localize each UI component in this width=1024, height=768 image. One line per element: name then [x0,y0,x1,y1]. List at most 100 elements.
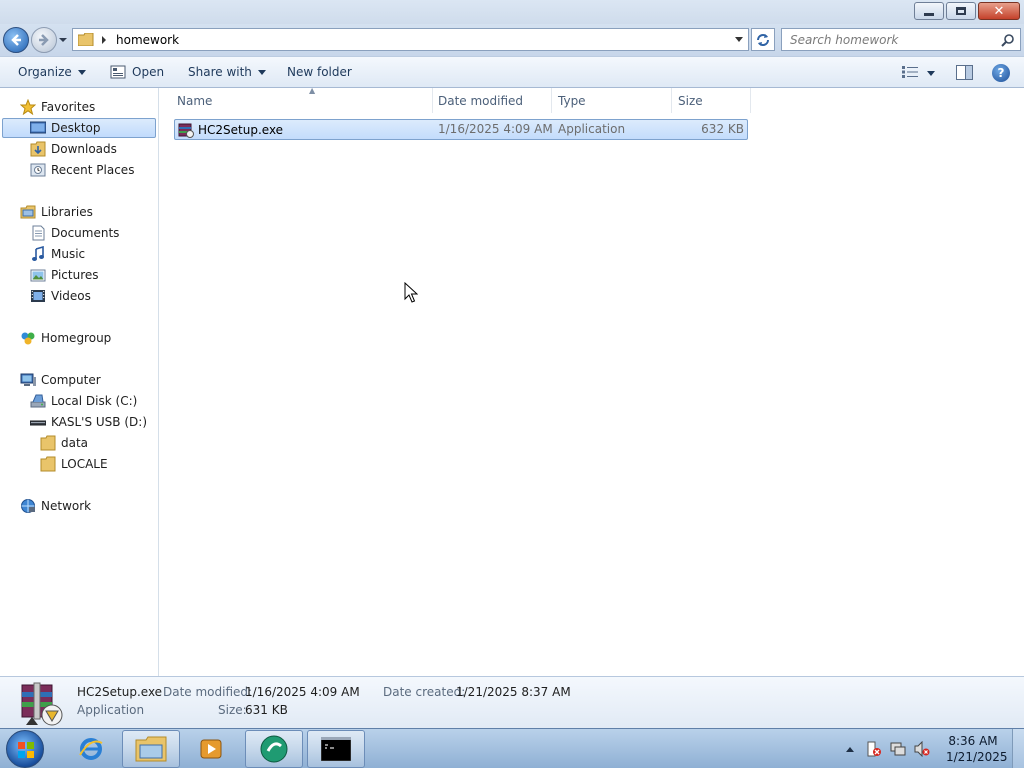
window-title-bar: ✕ [0,0,1024,24]
nav-desktop[interactable]: Desktop [2,118,156,138]
nav-recent-places-label: Recent Places [51,163,135,177]
mouse-pointer-icon [404,282,418,303]
details-file-name: HC2Setup.exe [77,685,163,699]
forward-button[interactable] [31,27,57,53]
open-button[interactable]: Open [110,65,164,79]
taskbar-media-player[interactable] [182,730,240,768]
preview-pane-icon[interactable] [956,65,973,80]
nav-recent-places[interactable]: Recent Places [30,160,134,180]
nav-pictures-label: Pictures [51,268,99,282]
refresh-button[interactable] [751,28,775,51]
address-bar[interactable]: homework [72,28,749,51]
file-list: Name ▲ Date modified Type Size HC2Setup.… [160,86,1024,676]
nav-usb-drive-label: KASL'S USB (D:) [51,415,147,429]
share-with-button[interactable]: Share with [188,65,266,79]
taskbar-clock[interactable]: 8:36 AM 1/21/2025 [946,733,1008,765]
help-icon[interactable]: ? [992,64,1010,82]
back-button[interactable] [3,27,29,53]
minimize-button[interactable] [914,2,944,20]
details-date-modified[interactable]: 1/16/2025 4:09 AM [245,685,360,699]
file-explorer-icon [135,736,167,762]
breadcrumb-homework[interactable]: homework [116,33,179,47]
view-options-chevron-icon[interactable] [927,71,935,76]
nav-music[interactable]: Music [30,244,85,264]
sort-ascending-icon: ▲ [309,86,316,95]
taskbar-green-app[interactable] [245,730,303,768]
details-date-modified-label: Date modified: [163,685,253,699]
column-name-label: Name [177,93,213,108]
nav-documents-label: Documents [51,226,120,240]
navigation-pane: Favorites Desktop Downloads Recent Place… [0,88,159,676]
taskbar-internet-explorer[interactable] [62,730,120,768]
show-desktop-button[interactable] [1012,729,1024,768]
start-button[interactable] [6,730,44,768]
star-icon [20,99,36,115]
nav-libraries[interactable]: Libraries [20,202,93,222]
breadcrumb-arrow-icon[interactable] [102,35,106,44]
details-date-created[interactable]: 1/21/2025 8:37 AM [456,685,571,699]
new-folder-button[interactable]: New folder [287,65,352,79]
column-type-label: Type [558,93,586,108]
window-controls: ✕ [912,2,1020,20]
table-row[interactable]: HC2Setup.exe 1/16/2025 4:09 AM Applicati… [174,119,748,140]
downloads-folder-icon [30,141,46,157]
libraries-icon [20,205,36,219]
nav-documents[interactable]: Documents [30,223,119,243]
nav-local-disk[interactable]: Local Disk (C:) [30,391,137,411]
taskbar-file-explorer[interactable] [122,730,180,768]
windows-logo-icon [18,742,34,758]
chevron-down-icon [77,69,86,75]
taskbar-command-prompt[interactable] [307,730,365,768]
column-header-type[interactable]: Type [552,88,672,113]
column-header-name[interactable]: Name ▲ [171,86,433,113]
nav-local-disk-label: Local Disk (C:) [51,394,138,408]
nav-homegroup-label: Homegroup [41,331,112,345]
nav-folder-data[interactable]: data [40,433,88,453]
search-input[interactable] [790,32,1000,47]
command-prompt-icon [321,737,351,761]
maximize-button[interactable] [946,2,976,20]
minimize-icon [924,12,934,16]
system-tray [846,741,938,757]
search-icon[interactable] [1001,33,1015,47]
documents-icon [32,225,45,241]
nav-libraries-label: Libraries [41,205,93,219]
clock-time: 8:36 AM [948,734,998,748]
network-status-icon[interactable] [890,741,906,757]
column-date-modified-label: Date modified [438,93,524,108]
forward-arrow-icon [39,34,49,46]
nav-network[interactable]: Network [20,496,91,516]
details-size-label: Size: [218,703,247,717]
nav-videos[interactable]: Videos [30,286,91,306]
nav-usb-drive[interactable]: KASL'S USB (D:) [30,412,147,432]
file-type: Application [558,122,626,136]
change-view-icon[interactable] [902,66,918,78]
file-name-cell: HC2Setup.exe [178,122,283,138]
nav-downloads-label: Downloads [51,142,117,156]
nav-computer[interactable]: Computer [20,370,101,390]
nav-folder-locale[interactable]: LOCALE [40,454,108,474]
show-hidden-icons-icon[interactable] [846,746,854,752]
close-button[interactable]: ✕ [978,2,1020,20]
close-icon: ✕ [993,3,1005,19]
column-header-size[interactable]: Size [672,88,751,113]
file-name: HC2Setup.exe [198,123,284,137]
nav-folder-data-label: data [61,436,89,450]
nav-downloads[interactable]: Downloads [30,139,117,159]
organize-button[interactable]: Organize [18,65,86,79]
videos-icon [31,290,45,302]
nav-homegroup[interactable]: Homegroup [20,328,111,348]
column-header-date-modified[interactable]: Date modified [432,88,552,113]
volume-muted-icon[interactable] [914,741,930,757]
back-arrow-icon [11,34,21,46]
hard-drive-icon [30,394,46,408]
address-history-chevron-icon[interactable] [735,37,743,42]
pictures-icon [30,269,46,282]
recent-pages-chevron-icon[interactable] [58,35,68,45]
search-box[interactable] [781,28,1021,51]
nav-favorites[interactable]: Favorites [20,97,95,117]
music-icon [32,246,44,261]
action-center-icon[interactable] [866,741,882,757]
nav-pictures[interactable]: Pictures [30,265,99,285]
details-file-type: Application [77,703,145,717]
